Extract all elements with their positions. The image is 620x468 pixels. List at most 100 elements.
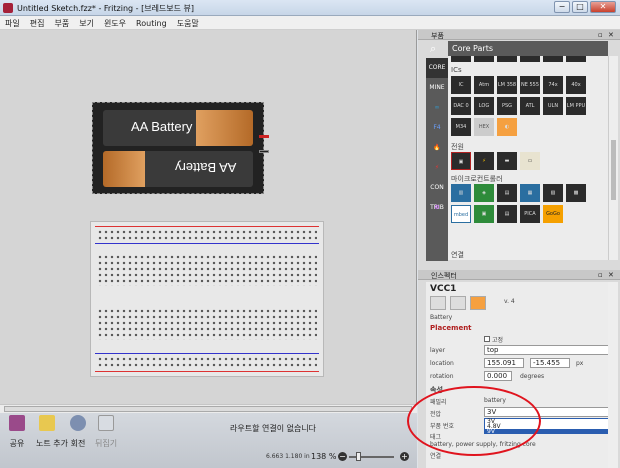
power-rail-holes-bottom[interactable] xyxy=(97,356,317,368)
part-item[interactable] xyxy=(451,56,471,62)
flip-button[interactable]: 뒤집기 xyxy=(95,415,117,449)
rotate-button[interactable]: 회전 xyxy=(67,415,89,449)
parts-scrollbar[interactable] xyxy=(608,56,618,260)
scroll-thumb[interactable] xyxy=(4,406,412,412)
part-board-green[interactable]: ▣ xyxy=(474,205,494,223)
inspector-scrollbar[interactable] xyxy=(608,282,618,468)
part-orange[interactable]: ◐ xyxy=(497,118,517,136)
zoom-slider-knob[interactable] xyxy=(356,452,361,461)
part-power-supply[interactable]: ▭ xyxy=(520,152,540,170)
part-battery[interactable]: ▣ xyxy=(451,152,471,170)
battery-lead-black[interactable] xyxy=(259,150,269,153)
part-power[interactable]: ⚡ xyxy=(474,152,494,170)
ics-grid: IC Atm LM 358 NE 555 74x 40x DAC 0 LOG 1… xyxy=(451,76,586,136)
parts-scroll-thumb[interactable] xyxy=(611,140,616,200)
part-mini[interactable]: ▧ xyxy=(543,184,563,202)
location-x-input[interactable]: 155.091 xyxy=(484,358,524,368)
part-item[interactable] xyxy=(520,56,540,62)
part-gogo[interactable]: GoGo xyxy=(543,205,563,223)
tab-sparkfun[interactable]: 🔥 xyxy=(426,138,448,158)
power-rail-holes-top[interactable] xyxy=(97,229,317,241)
part-lilypad[interactable]: ◈ xyxy=(474,184,494,202)
location-unit[interactable]: px xyxy=(576,360,583,367)
part-mega[interactable]: ▦ xyxy=(520,184,540,202)
connections-label: 연결 xyxy=(430,453,442,460)
part-lm-ppu[interactable]: LM PPU xyxy=(566,97,586,115)
breadboard[interactable] xyxy=(90,221,324,377)
location-y-input[interactable]: -15.455 xyxy=(530,358,570,368)
part-40x[interactable]: 40x xyxy=(566,76,586,94)
part-nano[interactable]: ▤ xyxy=(497,184,517,202)
part-lm358[interactable]: LM 358 xyxy=(497,76,517,94)
part-arduino[interactable]: ▥ xyxy=(451,184,471,202)
close-panel-icon[interactable]: ✕ xyxy=(608,31,614,39)
terminal-holes-upper[interactable] xyxy=(97,254,317,286)
part-item[interactable] xyxy=(566,56,586,62)
part-log[interactable]: LOG 1300 xyxy=(474,97,494,115)
maximize-button[interactable]: □ xyxy=(572,1,588,13)
part-uln[interactable]: ULN 2003 xyxy=(543,97,563,115)
rotate-icon xyxy=(70,415,86,431)
parts-row-top xyxy=(451,56,586,62)
mcu-grid: ▥ ◈ ▤ ▦ ▧ ▩ mbed ▣ ▤ PICA GoGo xyxy=(451,184,586,223)
inspector-header: 인스펙터 ▫ ✕ xyxy=(418,270,620,280)
window-title: Untitled Sketch.fzz* - Fritzing - [브레드보드… xyxy=(17,4,195,13)
part-atl[interactable]: ATL 1008 xyxy=(520,97,540,115)
share-button[interactable]: 공유 xyxy=(6,415,28,449)
parts-search-row: Core Parts xyxy=(448,41,608,56)
breadboard-canvas[interactable]: AA Battery AA Battery xyxy=(0,30,417,404)
menu-window[interactable]: 윈도우 xyxy=(99,16,131,31)
part-74x[interactable]: 74x xyxy=(543,76,563,94)
float-icon[interactable]: ▫ xyxy=(598,271,603,279)
tab-contrib[interactable]: CON TRIB xyxy=(426,178,448,211)
power-rail-blue xyxy=(95,243,319,244)
part-item[interactable] xyxy=(543,56,563,62)
menu-file[interactable]: 파일 xyxy=(0,16,25,31)
float-icon[interactable]: ▫ xyxy=(598,31,603,39)
app-icon xyxy=(3,3,13,13)
tab-arduino[interactable]: ∞ xyxy=(426,98,448,118)
part-psg[interactable]: PSG 650 xyxy=(497,97,517,115)
battery-part[interactable]: AA Battery AA Battery xyxy=(92,102,269,194)
part-dac[interactable]: DAC 0 xyxy=(451,97,471,115)
part-regulator[interactable]: ▬ xyxy=(497,152,517,170)
part-hex[interactable]: HEX xyxy=(474,118,494,136)
part-board-dark[interactable]: ▤ xyxy=(497,205,517,223)
battery-label: AA Battery xyxy=(131,119,193,134)
part-ic[interactable]: IC xyxy=(451,76,471,94)
part-pro[interactable]: ▩ xyxy=(566,184,586,202)
minimize-button[interactable]: − xyxy=(554,1,570,13)
menu-bar: 파일 편집 부품 보기 윈도우 Routing 도움말 xyxy=(0,16,620,30)
tab-snootlab[interactable]: ⚡ xyxy=(426,158,448,178)
add-note-button[interactable]: 노트 추가 xyxy=(36,415,68,449)
close-button[interactable]: ✕ xyxy=(590,1,616,13)
inspector-title: VCC1 xyxy=(430,284,457,294)
layer-select[interactable]: top xyxy=(484,345,610,355)
tab-core[interactable]: CORE xyxy=(426,58,448,78)
lock-checkbox[interactable] xyxy=(484,336,490,342)
canvas-horizontal-scrollbar[interactable] xyxy=(0,404,417,413)
part-mbed[interactable]: mbed xyxy=(451,205,471,223)
menu-view[interactable]: 보기 xyxy=(74,16,99,31)
tab-mine[interactable]: MINE xyxy=(426,78,448,98)
part-version: v. 4 xyxy=(504,298,515,305)
menu-edit[interactable]: 편집 xyxy=(25,16,50,31)
menu-part[interactable]: 부품 xyxy=(49,16,74,31)
part-pica[interactable]: PICA xyxy=(520,205,540,223)
magnifier-icon[interactable]: ⌕ xyxy=(430,42,444,56)
battery-lead-red[interactable] xyxy=(259,135,269,138)
close-panel-icon[interactable]: ✕ xyxy=(608,271,614,279)
part-atmega[interactable]: Atm xyxy=(474,76,494,94)
menu-routing[interactable]: Routing xyxy=(131,17,172,30)
part-item[interactable] xyxy=(474,56,494,62)
rotation-input[interactable]: 0.000 xyxy=(484,371,512,381)
terminal-holes-lower[interactable] xyxy=(97,308,317,340)
tab-fritzing-4[interactable]: F4 xyxy=(426,118,448,138)
menu-help[interactable]: 도움말 xyxy=(172,16,204,31)
part-m34[interactable]: M34 xyxy=(451,118,471,136)
zoom-in-button[interactable]: + xyxy=(400,452,409,461)
part-ne555[interactable]: NE 555 xyxy=(520,76,540,94)
part-item[interactable] xyxy=(497,56,517,62)
zoom-out-button[interactable]: − xyxy=(338,452,347,461)
battery-cell-bottom: AA Battery xyxy=(103,151,253,187)
